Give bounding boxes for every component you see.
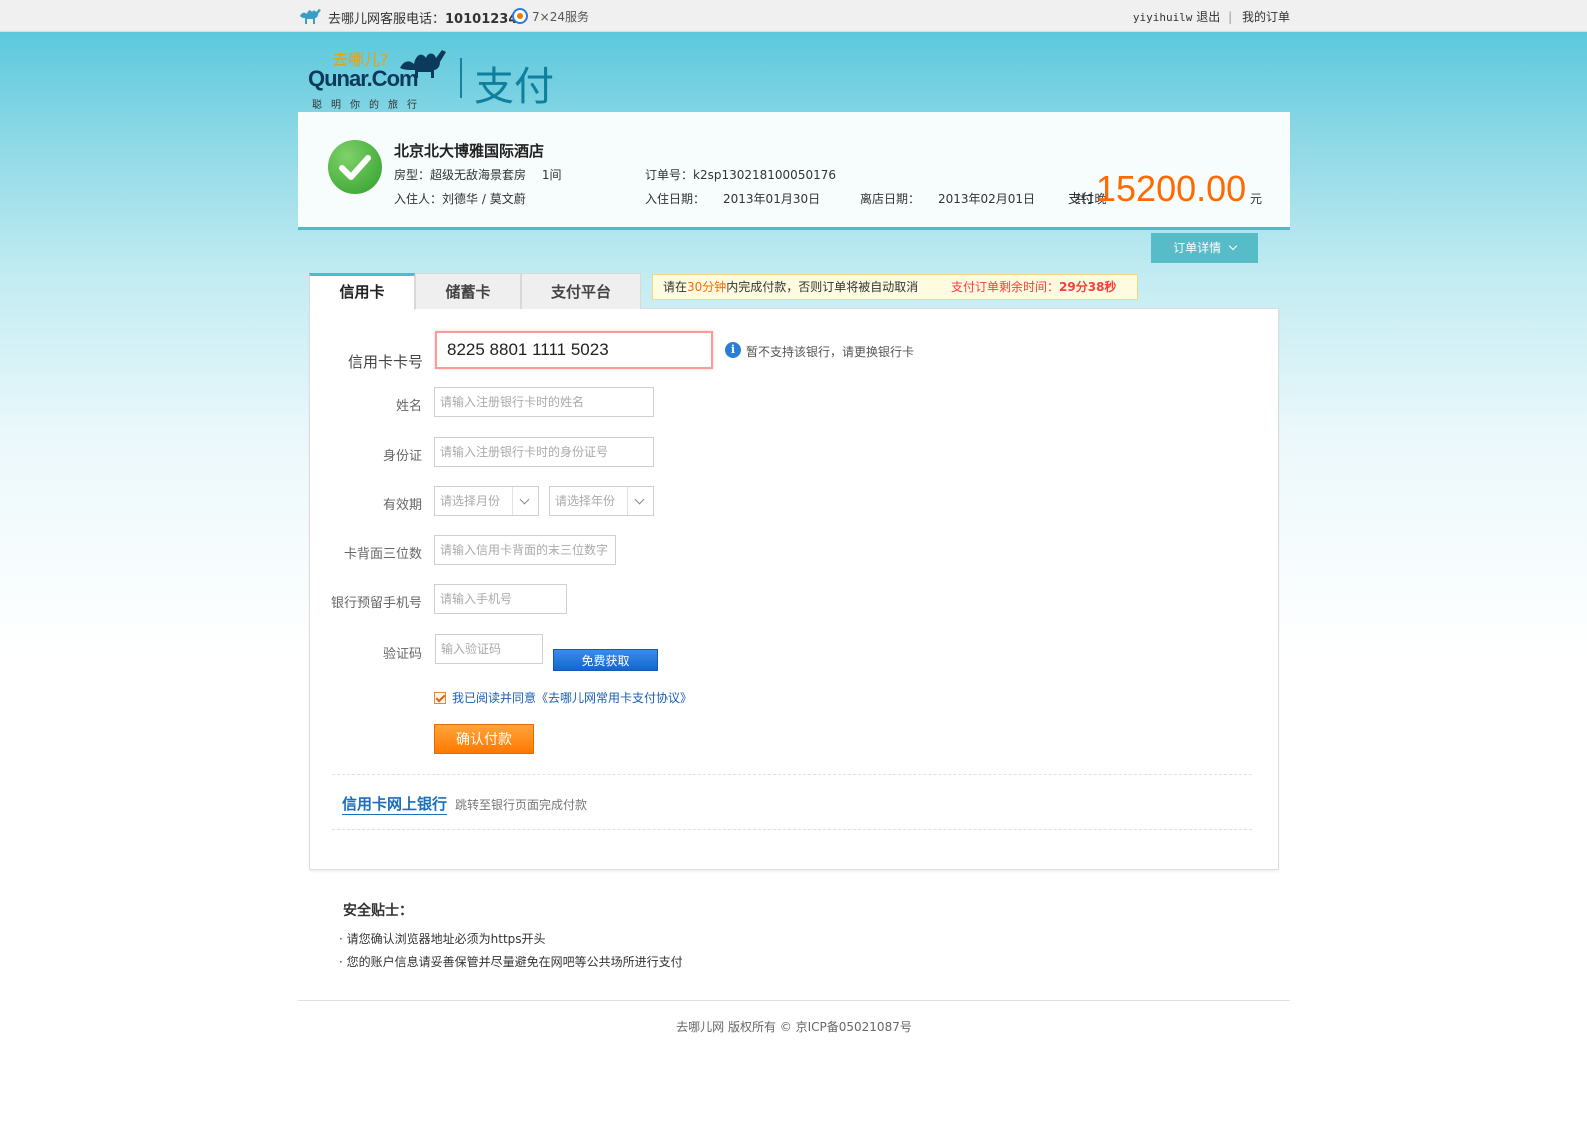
expiry-month-select[interactable]: 请选择月份 — [434, 486, 539, 516]
stay-dates: 入住日期： 2013年01月30日 离店日期： 2013年02月01日 共1晚 — [645, 190, 1125, 207]
chevron-down-icon — [1228, 241, 1238, 251]
footer-copyright: 去哪儿网 版权所有 © 京ICP备05021087号 — [676, 1020, 912, 1034]
hotel-name: 北京北大博雅国际酒店 — [394, 142, 545, 160]
tab-credit-card[interactable]: 信用卡 — [309, 273, 415, 310]
chevron-down-icon — [512, 487, 538, 515]
tab-debit-card[interactable]: 储蓄卡 — [415, 273, 521, 309]
verification-code-input[interactable]: 输入验证码 — [435, 634, 543, 664]
guest-label: 入住人： — [394, 192, 443, 206]
checkout-label: 离店日期： — [859, 192, 920, 206]
order-number-label: 订单号： — [645, 168, 694, 182]
phone-input[interactable]: 请输入手机号 — [434, 584, 567, 614]
qunar-logo[interactable]: 去哪儿? Qunar.Com 聪明你的旅行 — [308, 44, 458, 111]
hotline-number: 10101234 — [445, 12, 518, 27]
currency-label: 元 — [1250, 192, 1263, 206]
logo-brand: Qunar.Com — [308, 66, 419, 91]
room-label: 房型： — [394, 168, 431, 182]
expiry-label: 有效期 — [382, 498, 422, 513]
success-check-icon — [328, 140, 382, 194]
remaining-label: 支付订单剩余时间： — [951, 280, 1060, 294]
user-area: yiyihuilw 退出 | 我的订单 — [1129, 8, 1290, 25]
divider — [332, 774, 1252, 775]
credit-card-form: 信用卡卡号 8225 8801 1111 5023 i 暂不支持该银行，请更换银… — [309, 308, 1279, 870]
order-number-value: k2sp130218100050176 — [693, 168, 836, 182]
tip-line: · 您的账户信息请妥善保管并尽量避免在网吧等公共场所进行支付 — [339, 955, 683, 969]
service-text: 7×24服务 — [532, 10, 589, 24]
expiry-year-select[interactable]: 请选择年份 — [549, 486, 654, 516]
notice-suffix: 内完成付款，否则订单将被自动取消 — [726, 280, 919, 294]
divider — [332, 829, 1252, 830]
remaining-time: 29分38秒 — [1059, 280, 1117, 294]
notice-time-limit: 30分钟 — [687, 280, 727, 294]
cvv-input[interactable]: 请输入信用卡背面的末三位数字 — [434, 535, 616, 565]
card-hint: 暂不支持该银行，请更换银行卡 — [746, 345, 915, 359]
checkout-date: 离店日期： 2013年02月01日 — [860, 192, 1053, 206]
cvv-label: 卡背面三位数 — [343, 547, 422, 562]
month-placeholder: 请选择月份 — [440, 494, 501, 508]
service-24h-icon — [512, 8, 528, 24]
guest-info: 入住人：刘德华 / 莫文蔚 — [394, 190, 526, 207]
top-bar: 去哪儿网客服电话：10101234 7×24服务 yiyihuilw 退出 | … — [0, 0, 1587, 32]
checkout-value: 2013年02月01日 — [937, 192, 1036, 206]
username: yiyihuilw — [1132, 11, 1193, 24]
order-number: 订单号：k2sp130218100050176 — [645, 166, 836, 183]
confirm-payment-button[interactable]: 确认付款 — [434, 724, 534, 754]
notice-prefix: 请在 — [663, 280, 688, 294]
logout-link[interactable]: 退出 — [1196, 10, 1220, 24]
id-label: 身份证 — [382, 449, 422, 464]
agreement-text[interactable]: 我已阅读并同意《去哪儿网常用卡支付协议》 — [452, 691, 692, 705]
checkin-value: 2013年01月30日 — [723, 192, 821, 206]
pay-amount: 15200.00 — [1096, 168, 1247, 209]
camel-icon — [300, 9, 321, 24]
guest-names: 刘德华 / 莫文蔚 — [442, 192, 526, 206]
topbar-separator: | — [1228, 10, 1233, 24]
chevron-down-icon — [627, 487, 653, 515]
card-number-input[interactable]: 8225 8801 1111 5023 — [435, 331, 713, 369]
remaining-timer: 支付订单剩余时间：29分38秒 — [951, 275, 1116, 299]
agreement-checkbox[interactable] — [434, 692, 446, 704]
header-divider — [460, 58, 462, 98]
logo-slogan: 聪明你的旅行 — [312, 100, 426, 111]
security-tips: 安全贴士： · 请您确认浏览器地址必须为https开头 · 您的账户信息请妥善保… — [339, 900, 683, 976]
order-detail-label: 订单详情 — [1173, 241, 1222, 255]
name-label: 姓名 — [395, 399, 422, 414]
agreement-checkbox-row[interactable]: 我已阅读并同意《去哪儿网常用卡支付协议》 — [434, 689, 692, 706]
info-icon: i — [725, 342, 741, 358]
payment-notice: 请在30分钟内完成付款，否则订单将被自动取消 支付订单剩余时间：29分38秒 — [652, 274, 1138, 300]
page-title: 支付 — [474, 64, 554, 110]
card-number-label: 信用卡卡号 — [348, 353, 424, 371]
hotline-label: 去哪儿网客服电话： — [328, 12, 446, 27]
tips-title: 安全贴士： — [343, 903, 413, 919]
header: 去哪儿? Qunar.Com 聪明你的旅行 支付 — [298, 32, 1290, 112]
online-bank-link[interactable]: 信用卡网上银行 — [342, 793, 448, 815]
online-bank-desc: 跳转至银行页面完成付款 — [455, 798, 588, 812]
phone-label: 银行预留手机号 — [330, 596, 422, 611]
room-info: 房型：超级无敌海景套房 1间 — [394, 166, 562, 183]
id-number-input[interactable]: 请输入注册银行卡时的身份证号 — [434, 437, 654, 467]
name-input[interactable]: 请输入注册银行卡时的姓名 — [434, 387, 654, 417]
year-placeholder: 请选择年份 — [555, 494, 616, 508]
hotline: 去哪儿网客服电话：10101234 — [328, 8, 517, 27]
checkin-label: 入住日期： — [645, 192, 706, 206]
tab-payment-platform[interactable]: 支付平台 — [521, 273, 641, 309]
order-detail-button[interactable]: 订单详情 — [1151, 233, 1258, 263]
my-orders-link[interactable]: 我的订单 — [1242, 10, 1290, 24]
checkin-date: 入住日期： 2013年01月30日 — [645, 192, 838, 206]
pay-label: 支付 — [1068, 192, 1095, 207]
tip-line: · 请您确认浏览器地址必须为https开头 — [339, 932, 546, 946]
order-summary: 北京北大博雅国际酒店 房型：超级无敌海景套房 1间 入住人：刘德华 / 莫文蔚 … — [298, 112, 1290, 230]
room-count: 1间 — [541, 168, 562, 182]
footer-divider — [298, 1000, 1290, 1001]
get-code-button[interactable]: 免费获取 — [553, 649, 658, 671]
verification-code-label: 验证码 — [382, 647, 422, 662]
room-type: 超级无敌海景套房 — [430, 168, 527, 182]
